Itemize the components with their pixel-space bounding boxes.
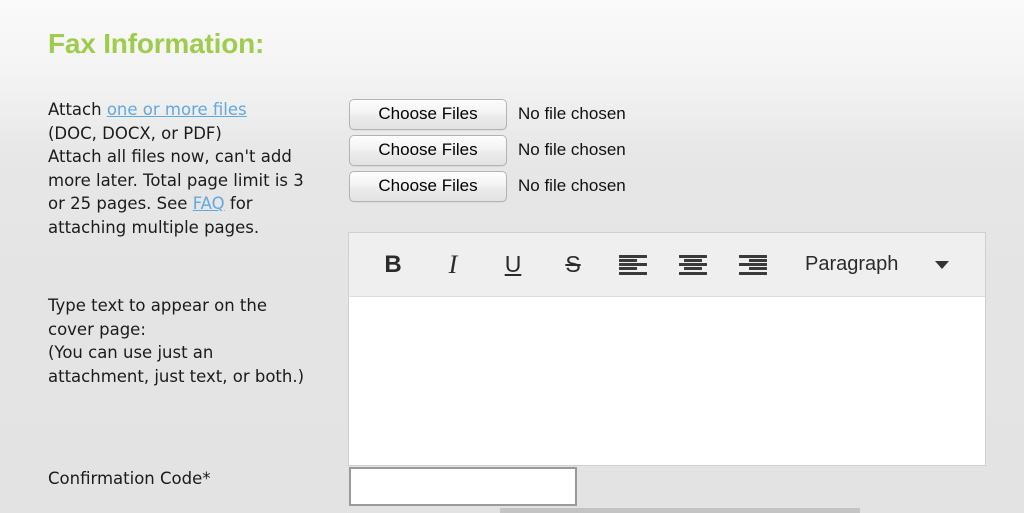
file-status-3: No file chosen xyxy=(518,176,626,195)
italic-icon: I xyxy=(448,249,458,279)
file-input-row: Choose Files No file chosen xyxy=(349,132,626,168)
attach-line-2: (DOC, DOCX, or PDF) xyxy=(48,123,222,143)
attach-line-5-prefix: or 25 pages. See xyxy=(48,194,193,213)
attach-line-5-suffix: for xyxy=(224,194,253,213)
align-center-icon xyxy=(679,254,707,275)
attach-line-6: attaching multiple pages. xyxy=(48,217,260,237)
file-input-row: Choose Files No file chosen xyxy=(349,168,626,204)
bold-icon: B xyxy=(384,250,402,278)
file-input-row: Choose Files No file chosen xyxy=(349,96,626,132)
file-status-2: No file chosen xyxy=(518,140,626,159)
attach-line-3: Attach all files now, can't add xyxy=(48,147,292,166)
faq-link[interactable]: FAQ xyxy=(193,194,225,213)
editor-toolbar: B I U S Paragraph xyxy=(349,233,985,297)
confirmation-code-label: Confirmation Code* xyxy=(48,469,211,488)
bottom-cutoff-element xyxy=(500,508,860,513)
underline-icon: U xyxy=(504,251,522,277)
align-center-button[interactable] xyxy=(663,242,723,288)
attach-line-1-text: Attach xyxy=(48,100,107,119)
attach-line-1: Attach one or more files xyxy=(48,98,348,122)
cover-line-4: attachment, just text, or both.) xyxy=(48,366,305,386)
cover-line-1: Type text to appear on the xyxy=(48,296,267,315)
editor-content-area[interactable] xyxy=(349,297,985,465)
file-input-group: Choose Files No file chosen Choose Files… xyxy=(349,96,626,204)
align-right-button[interactable] xyxy=(723,242,783,288)
chevron-down-icon xyxy=(935,260,949,269)
cover-page-instructions: Type text to appear on the cover page: (… xyxy=(48,294,348,388)
strikethrough-icon: S xyxy=(565,251,581,277)
confirmation-code-input[interactable] xyxy=(349,467,577,506)
paragraph-format-dropdown[interactable]: Paragraph xyxy=(805,242,971,288)
choose-files-button-2[interactable]: Choose Files xyxy=(349,134,507,166)
italic-button[interactable]: I xyxy=(423,242,483,288)
bold-button[interactable]: B xyxy=(363,242,423,288)
strikethrough-button[interactable]: S xyxy=(543,242,603,288)
attach-line-5: or 25 pages. See FAQ for xyxy=(48,192,348,216)
attach-line-4: more later. Total page limit is 3 xyxy=(48,170,304,190)
cover-line-3: (You can use just an xyxy=(48,343,214,362)
paragraph-format-value: Paragraph xyxy=(805,253,899,275)
page-title: Fax Information: xyxy=(48,28,265,59)
one-or-more-files-link[interactable]: one or more files xyxy=(107,100,247,119)
rich-text-editor: B I U S Paragraph xyxy=(348,232,986,466)
underline-button[interactable]: U xyxy=(483,242,543,288)
align-right-icon xyxy=(739,254,767,275)
cover-line-2: cover page: xyxy=(48,319,146,339)
align-left-icon xyxy=(619,254,647,275)
attach-instructions: Attach one or more files (DOC, DOCX, or … xyxy=(48,98,348,239)
file-status-1: No file chosen xyxy=(518,104,626,123)
choose-files-button-3[interactable]: Choose Files xyxy=(349,170,507,202)
align-left-button[interactable] xyxy=(603,242,663,288)
choose-files-button-1[interactable]: Choose Files xyxy=(349,98,507,130)
